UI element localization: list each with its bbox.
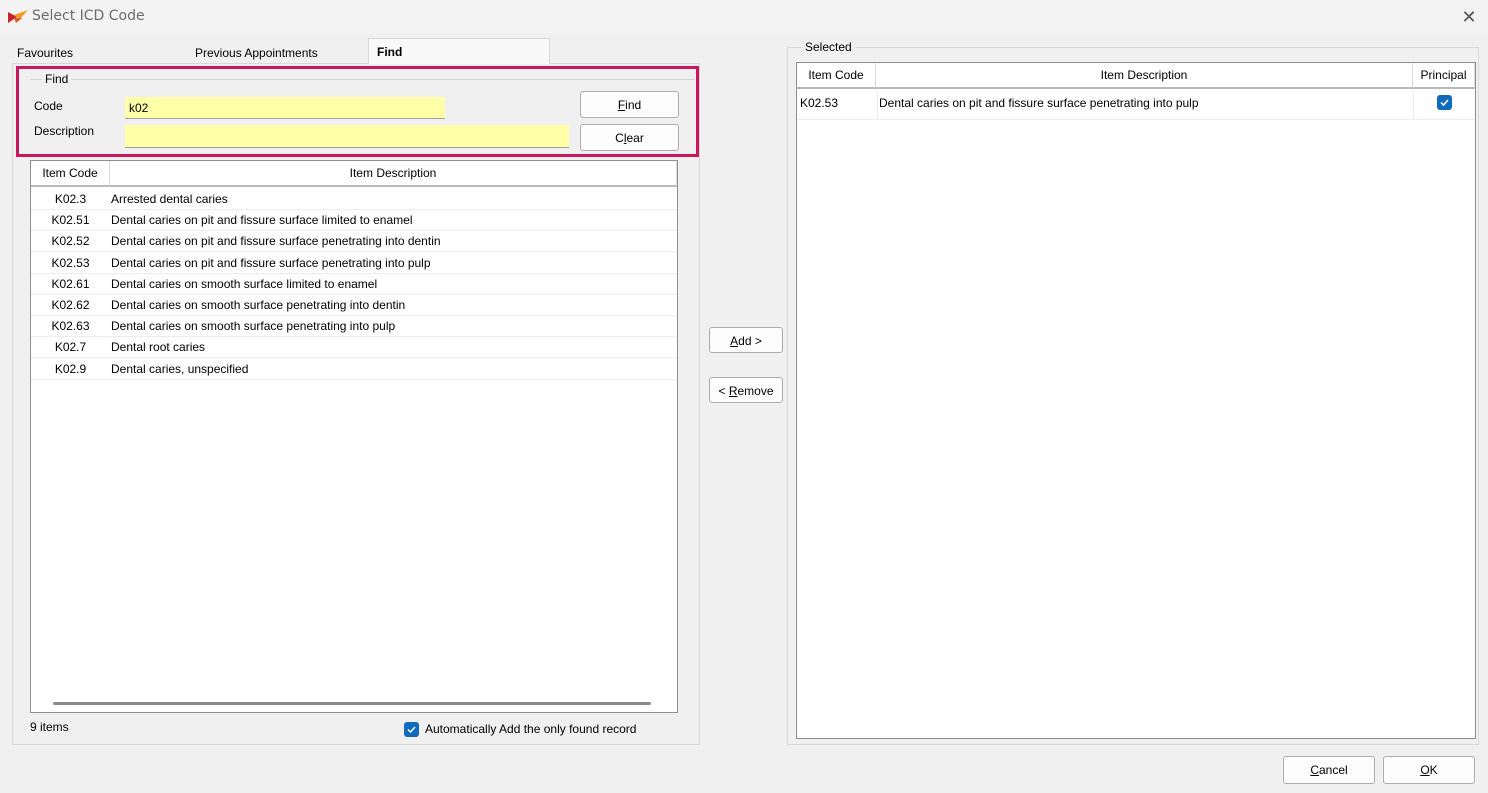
selected-item-code: K02.53 [800, 96, 839, 110]
app-logo-icon [8, 10, 28, 23]
tab-previous-appointments[interactable]: Previous Appointments [190, 38, 368, 63]
selected-header-item-description[interactable]: Item Description [876, 63, 1413, 89]
window-title: Select ICD Code [32, 8, 145, 24]
find-group-highlight [16, 66, 699, 157]
selected-header-principal[interactable]: Principal [1413, 63, 1475, 89]
close-icon[interactable]: ✕ [1458, 4, 1480, 30]
row-item-description: Dental caries on smooth surface penetrat… [111, 319, 396, 334]
selected-row[interactable]: K02.53 Dental caries on pit and fissure s… [797, 91, 1475, 120]
table-row[interactable]: K02.51 Dental caries on pit and fissure s… [31, 210, 677, 232]
row-item-code: K02.62 [51, 298, 90, 312]
column-header-item-code[interactable]: Item Code [31, 161, 110, 187]
selected-group-legend: Selected [802, 40, 855, 54]
tab-favourites[interactable]: Favourites [12, 38, 190, 63]
row-item-description: Dental caries on smooth surface penetrat… [111, 298, 406, 312]
row-item-description: Dental caries on pit and fissure surface… [111, 213, 413, 228]
selected-list: Item Code Item Description Principal K02… [796, 62, 1476, 739]
principal-checkbox[interactable] [1437, 95, 1452, 110]
row-item-description: Arrested dental caries [111, 192, 228, 206]
selected-item-description: Dental caries on pit and fissure surface… [877, 91, 1407, 119]
cancel-button[interactable]: Cancel [1283, 756, 1375, 784]
table-row[interactable]: K02.63 Dental caries on smooth surface pe… [31, 316, 677, 338]
table-row[interactable]: K02.7 Dental root caries [31, 337, 677, 359]
row-item-code: K02.61 [51, 276, 90, 291]
ok-button[interactable]: OK [1383, 756, 1475, 784]
row-item-code: K02.51 [51, 213, 90, 228]
column-header-item-description[interactable]: Item Description [110, 161, 677, 187]
check-icon [1440, 99, 1449, 107]
table-row[interactable]: K02.53 Dental caries on pit and fissure s… [31, 253, 677, 274]
horizontal-scrollbar[interactable] [53, 702, 651, 705]
table-row[interactable]: K02.61 Dental caries on smooth surface li… [31, 274, 677, 295]
row-item-code: K02.52 [51, 234, 90, 249]
results-list: Item Code Item Description K02.3 Arrested… [30, 160, 678, 713]
remove-button[interactable]: < Remove [709, 377, 783, 403]
table-row[interactable]: K02.52 Dental caries on pit and fissure s… [31, 231, 677, 253]
check-icon [407, 726, 416, 734]
row-item-code: K02.63 [51, 319, 90, 334]
auto-add-checkbox[interactable] [404, 722, 419, 737]
table-row[interactable]: K02.9 Dental caries, unspecified [31, 359, 677, 380]
title-bar: Select ICD Code ✕ [0, 0, 1488, 34]
table-row[interactable]: K02.62 Dental caries on smooth surface pe… [31, 295, 677, 316]
tab-find[interactable]: Find [368, 38, 550, 64]
auto-add-label[interactable]: Automatically Add the only found record [425, 722, 636, 736]
row-item-code: K02.53 [51, 255, 90, 270]
row-item-code: K02.7 [54, 340, 87, 355]
row-item-description: Dental caries on smooth surface limited … [111, 276, 378, 291]
table-row[interactable]: K02.3 Arrested dental caries [31, 189, 677, 210]
selected-header-item-code[interactable]: Item Code [797, 63, 876, 89]
row-item-description: Dental caries, unspecified [111, 361, 249, 376]
add-button[interactable]: Add > [709, 327, 783, 353]
principal-cell [1413, 91, 1475, 119]
row-item-code: K02.9 [54, 361, 87, 376]
row-item-description: Dental root caries [111, 340, 206, 355]
row-item-code: K02.3 [54, 192, 87, 206]
item-count: 9 items [30, 720, 69, 734]
row-item-description: Dental caries on pit and fissure surface… [111, 234, 441, 249]
row-item-description: Dental caries on pit and fissure surface… [111, 255, 431, 270]
